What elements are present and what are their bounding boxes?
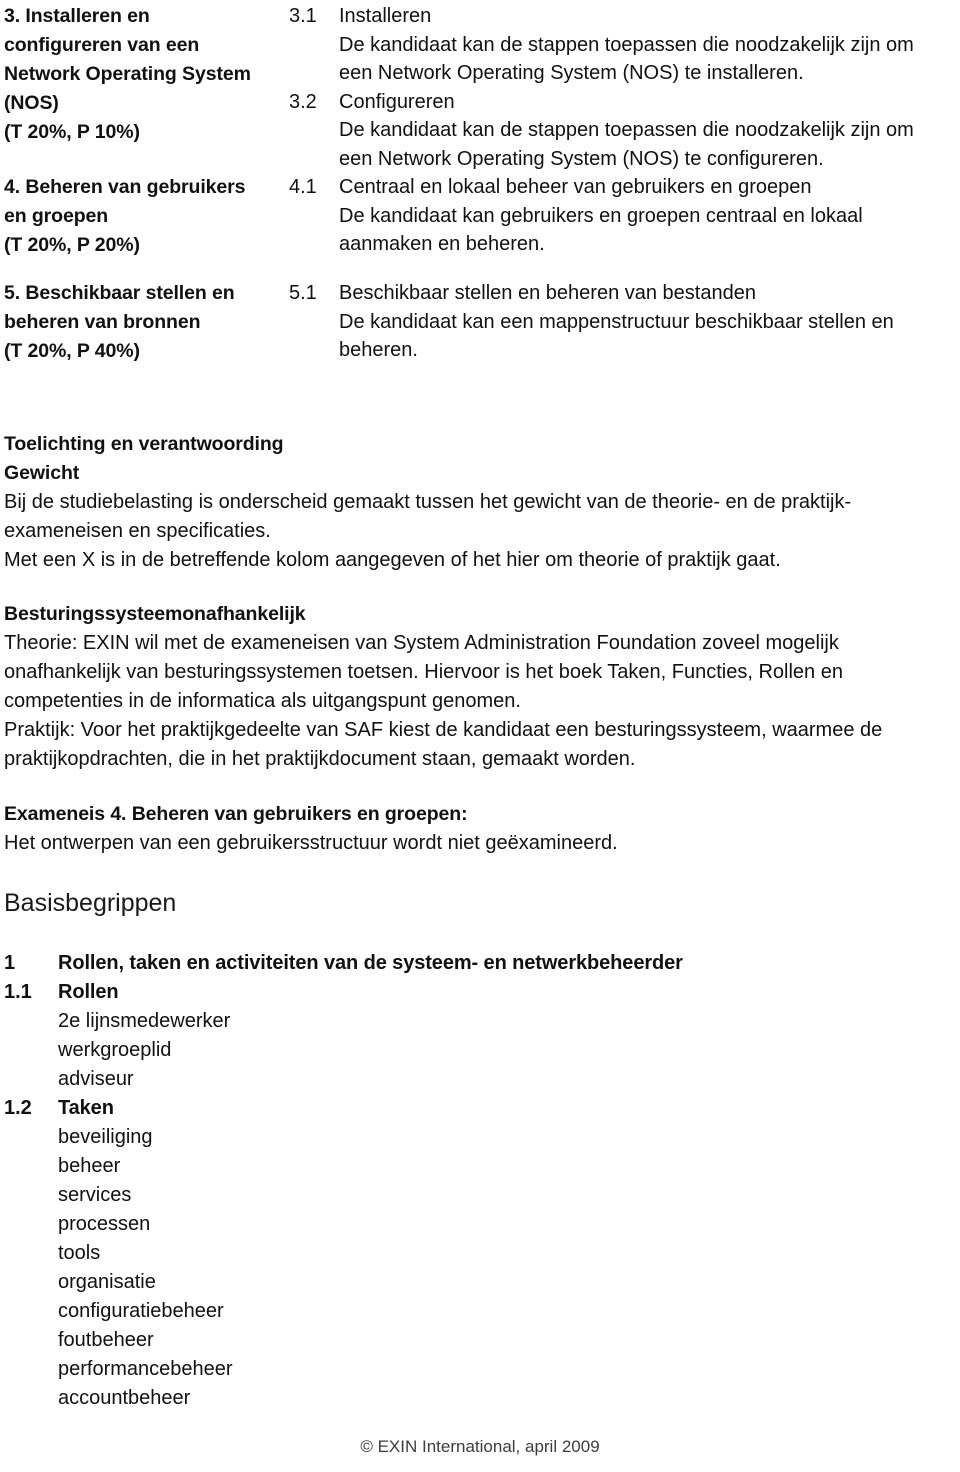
list-item-number: 1.1 bbox=[4, 981, 32, 1003]
list-item-sub-entry: processen bbox=[58, 1213, 151, 1235]
specification-number: 3.2 bbox=[289, 90, 317, 113]
specification-description-line: beheren. bbox=[339, 339, 418, 361]
exam-requirements-table: 3. Installeren en configureren van een N… bbox=[4, 2, 956, 366]
exam-requirement-weight: (T 20%, P 20%) bbox=[4, 234, 140, 256]
exameneis4-heading: Exameneis 4. Beheren van gebruikers en g… bbox=[4, 803, 468, 825]
list-item-sub-entry: tools bbox=[58, 1242, 101, 1264]
paragraph-line: Praktijk: Voor het praktijkgedeelte van … bbox=[4, 719, 883, 741]
besturingssysteem-heading: Besturingssysteemonafhankelijk bbox=[4, 603, 306, 625]
basisbegrippen-heading: Basisbegrippen bbox=[4, 889, 177, 917]
paragraph-line: Theorie: EXIN wil met de exameneisen van… bbox=[4, 632, 839, 654]
list-item: 1.2 Taken bbox=[4, 1094, 904, 1123]
list-item-sub-entry: foutbeheer bbox=[58, 1329, 154, 1351]
list-item-sub-entry: 2e lijnsmedewerker bbox=[58, 1010, 231, 1032]
exam-requirement-row: 4. Beheren van gebruikers en groepen (T … bbox=[4, 173, 956, 260]
list-item: 1.1 Rollen bbox=[4, 978, 904, 1007]
toelichting-section: Toelichting en verantwoording Gewicht Bi… bbox=[4, 430, 954, 575]
specification-description-line: aanmaken en beheren. bbox=[339, 233, 545, 255]
exam-requirement-row: 3. Installeren en configureren van een N… bbox=[4, 2, 956, 173]
exam-requirement-title-line: configureren van een bbox=[4, 34, 200, 56]
list-item-sub-entry: werkgroeplid bbox=[58, 1039, 172, 1061]
paragraph-line: Het ontwerpen van een gebruikersstructuu… bbox=[4, 832, 618, 854]
exam-requirement-right-column: 3.1 Installeren De kandidaat kan de stap… bbox=[289, 2, 956, 173]
exam-requirement-title-line: en groepen bbox=[4, 205, 109, 227]
specification: 3.2 Configureren De kandidaat kan de sta… bbox=[289, 88, 956, 174]
list-item-label: Rollen, taken en activiteiten van de sys… bbox=[58, 952, 683, 974]
specification-description-line: een Network Operating System (NOS) te in… bbox=[339, 62, 804, 84]
exam-requirement-title-line: Network Operating System bbox=[4, 63, 251, 85]
besturingssysteem-paragraph: Theorie: EXIN wil met de exameneisen van… bbox=[4, 629, 954, 774]
list-item-sub-entry: beheer bbox=[58, 1155, 121, 1177]
list-item-sub-entry: performancebeheer bbox=[58, 1358, 233, 1380]
exam-requirement-left-column: 5. Beschikbaar stellen en beheren van br… bbox=[4, 279, 289, 366]
specification-description-line: een Network Operating System (NOS) te co… bbox=[339, 147, 824, 170]
specification: 3.1 Installeren De kandidaat kan de stap… bbox=[289, 2, 956, 88]
exam-requirement-left-column: 4. Beheren van gebruikers en groepen (T … bbox=[4, 173, 289, 260]
exam-requirement-title-line: 5. Beschikbaar stellen en bbox=[4, 282, 235, 304]
exam-requirement-right-column: 5.1 Beschikbaar stellen en beheren van b… bbox=[289, 279, 956, 365]
gewicht-heading: Gewicht bbox=[4, 462, 80, 484]
list-item-sub-entry: organisatie bbox=[58, 1271, 156, 1293]
page-footer: © EXIN International, april 2009 bbox=[360, 1437, 600, 1456]
paragraph-line: competenties in de informatica als uitga… bbox=[4, 690, 521, 712]
specification: 5.1 Beschikbaar stellen en beheren van b… bbox=[289, 279, 956, 365]
specification-body: Configureren De kandidaat kan de stappen… bbox=[339, 88, 956, 174]
list-item-label: Taken bbox=[58, 1097, 114, 1119]
exam-requirement-title-line: 4. Beheren van gebruikers bbox=[4, 176, 246, 198]
specification-body: Centraal en lokaal beheer van gebruikers… bbox=[339, 173, 956, 259]
specification-description-line: De kandidaat kan de stappen toepassen di… bbox=[339, 119, 914, 141]
exam-requirement-left-column: 3. Installeren en configureren van een N… bbox=[4, 2, 289, 147]
specification: 4.1 Centraal en lokaal beheer van gebrui… bbox=[289, 173, 956, 259]
list-item-sub-entry: accountbeheer bbox=[58, 1387, 191, 1409]
specification-description-line: De kandidaat kan een mappenstructuur bes… bbox=[339, 310, 894, 333]
paragraph-line: praktijkopdrachten, die in het praktijkd… bbox=[4, 748, 636, 770]
list-item-label: Rollen bbox=[58, 981, 119, 1003]
exameneis4-section: Exameneis 4. Beheren van gebruikers en g… bbox=[4, 800, 954, 858]
specification-title: Installeren bbox=[339, 5, 432, 27]
paragraph-line: onafhankelijk van besturingssystemen toe… bbox=[4, 661, 843, 683]
list-item-sub-entry: adviseur bbox=[58, 1068, 134, 1090]
specification-title: Centraal en lokaal beheer van gebruikers… bbox=[339, 176, 812, 198]
paragraph-line: exameneisen en specificaties. bbox=[4, 520, 271, 542]
list-item-number: 1.2 bbox=[4, 1097, 32, 1119]
row-spacer bbox=[4, 260, 956, 279]
specification-title: Configureren bbox=[339, 90, 455, 113]
list-item-sub-entry: configuratiebeheer bbox=[58, 1300, 224, 1322]
exameneis4-paragraph: Het ontwerpen van een gebruikersstructuu… bbox=[4, 829, 954, 858]
gewicht-paragraph: Bij de studiebelasting is onderscheid ge… bbox=[4, 488, 954, 575]
specification-description-line: De kandidaat kan de stappen toepassen di… bbox=[339, 33, 914, 56]
list-item-sub-entry: beveiliging bbox=[58, 1126, 153, 1148]
toelichting-heading: Toelichting en verantwoording bbox=[4, 433, 284, 455]
specification-body: Installeren De kandidaat kan de stappen … bbox=[339, 2, 956, 88]
list-item: 1 Rollen, taken en activiteiten van de s… bbox=[4, 949, 904, 978]
specification-body: Beschikbaar stellen en beheren van besta… bbox=[339, 279, 956, 365]
specification-description-line: De kandidaat kan gebruikers en groepen c… bbox=[339, 204, 863, 227]
exam-requirement-weight: (T 20%, P 40%) bbox=[4, 340, 140, 362]
exam-requirement-right-column: 4.1 Centraal en lokaal beheer van gebrui… bbox=[289, 173, 956, 259]
exam-requirement-title-line: (NOS) bbox=[4, 92, 59, 114]
list-item-sub-entry: services bbox=[58, 1184, 132, 1206]
specification-title: Beschikbaar stellen en beheren van besta… bbox=[339, 282, 756, 304]
exam-requirement-title-line: beheren van bronnen bbox=[4, 311, 201, 333]
specification-number: 5.1 bbox=[289, 282, 317, 304]
list-item-number: 1 bbox=[4, 952, 16, 974]
basisbegrippen-list: 1 Rollen, taken en activiteiten van de s… bbox=[4, 949, 904, 1413]
besturingssysteem-section: Besturingssysteemonafhankelijk Theorie: … bbox=[4, 600, 954, 774]
specification-number: 4.1 bbox=[289, 176, 317, 198]
specification-number: 3.1 bbox=[289, 5, 317, 27]
exam-requirement-weight: (T 20%, P 10%) bbox=[4, 121, 140, 143]
paragraph-line: Met een X is in de betreffende kolom aan… bbox=[4, 549, 781, 571]
paragraph-line: Bij de studiebelasting is onderscheid ge… bbox=[4, 491, 852, 513]
exam-requirement-title-line: 3. Installeren en bbox=[4, 5, 150, 27]
document-page: 3. Installeren en configureren van een N… bbox=[0, 0, 960, 1472]
exam-requirement-row: 5. Beschikbaar stellen en beheren van br… bbox=[4, 279, 956, 366]
